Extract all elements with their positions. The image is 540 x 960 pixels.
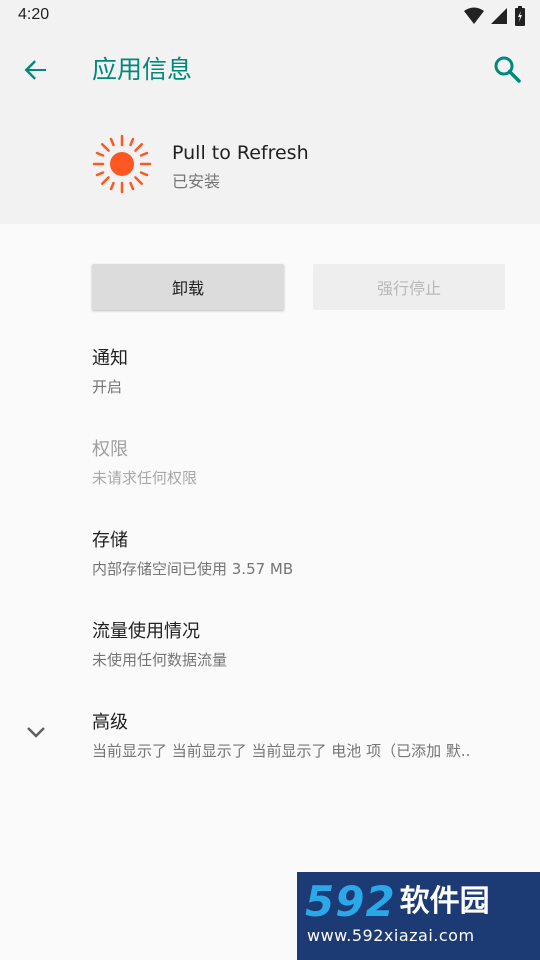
wifi-icon bbox=[464, 7, 484, 24]
item-title: 通知 bbox=[92, 348, 128, 369]
battery-icon bbox=[515, 6, 525, 26]
app-install-state: 已安装 bbox=[172, 172, 221, 191]
watermark-brand: 软件园 bbox=[399, 884, 490, 919]
app-icon bbox=[92, 134, 152, 194]
item-title: 权限 bbox=[92, 439, 128, 460]
watermark-number: 592 bbox=[305, 877, 396, 926]
watermark-logo: 592 软件园 www.592xiazai.com bbox=[297, 872, 540, 960]
list-item-data-usage[interactable]: 流量使用情况 未使用任何数据流量 bbox=[92, 617, 522, 670]
item-subtitle: 开启 bbox=[92, 378, 123, 396]
list-item-storage[interactable]: 存储 内部存储空间已使用 3.57 MB bbox=[92, 526, 522, 579]
watermark-url: www.592xiazai.com bbox=[307, 926, 475, 945]
search-icon bbox=[494, 56, 521, 83]
item-subtitle: 未使用任何数据流量 bbox=[92, 651, 228, 669]
item-title: 高级 bbox=[92, 712, 128, 733]
list-item-notifications[interactable]: 通知 开启 bbox=[92, 344, 522, 397]
list-item-permissions: 权限 未请求任何权限 bbox=[92, 435, 522, 488]
status-icons bbox=[464, 6, 526, 26]
item-subtitle: 当前显示了 当前显示了 当前显示了 电池 项（已添加 默.. bbox=[92, 742, 471, 760]
back-arrow-icon bbox=[24, 60, 46, 80]
status-bar: 4:20 bbox=[0, 0, 540, 32]
item-subtitle: 内部存储空间已使用 3.57 MB bbox=[92, 560, 294, 578]
signal-icon bbox=[491, 8, 507, 24]
app-header: 应用信息 Pull to Refresh 已安装 bbox=[0, 32, 540, 224]
app-name: Pull to Refresh bbox=[172, 142, 309, 164]
status-time: 4:20 bbox=[18, 6, 50, 23]
force-stop-button[interactable]: 强行停止 bbox=[313, 264, 505, 310]
uninstall-button[interactable]: 卸载 bbox=[92, 264, 284, 310]
sun-icon bbox=[92, 134, 152, 194]
chevron-down-icon[interactable] bbox=[22, 718, 50, 746]
list-item-advanced[interactable]: 高级 当前显示了 当前显示了 当前显示了 电池 项（已添加 默.. bbox=[92, 708, 522, 761]
back-button[interactable] bbox=[18, 52, 54, 88]
item-title: 流量使用情况 bbox=[92, 621, 200, 642]
page-title: 应用信息 bbox=[92, 55, 193, 84]
item-title: 存储 bbox=[92, 530, 128, 551]
item-subtitle: 未请求任何权限 bbox=[92, 469, 198, 487]
search-button[interactable] bbox=[490, 52, 526, 88]
